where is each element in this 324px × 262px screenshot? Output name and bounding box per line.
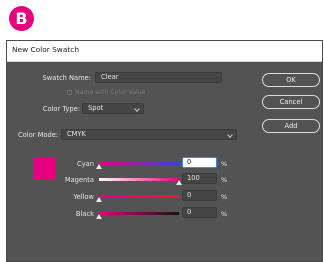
step-badge: B <box>9 6 34 31</box>
slider-thumb-yellow[interactable] <box>96 197 102 202</box>
slider-label-black: Black <box>75 210 94 218</box>
slider-track-black[interactable] <box>99 212 179 215</box>
slider-label-yellow: Yellow <box>73 193 94 201</box>
slider-track-magenta[interactable] <box>99 178 179 181</box>
add-button[interactable]: Add <box>262 119 320 133</box>
percent-sign: % <box>221 210 228 218</box>
color-mode-label: Color Mode: <box>18 131 59 139</box>
swatch-name-input[interactable]: Clear <box>95 72 222 83</box>
percent-sign: % <box>221 176 228 184</box>
percent-sign: % <box>221 193 228 201</box>
name-with-color-value-label: Name with Color Value <box>75 89 146 96</box>
dialog-title: New Color Swatch <box>12 45 80 54</box>
ok-button[interactable]: OK <box>262 73 320 87</box>
slider-track-yellow[interactable] <box>99 195 179 198</box>
color-mode-value: CMYK <box>67 130 86 138</box>
cyan-percent-input[interactable]: 0 <box>182 157 217 168</box>
cancel-button[interactable]: Cancel <box>262 95 320 109</box>
color-type-value: Spot <box>88 104 104 112</box>
percent-sign: % <box>221 160 228 168</box>
color-type-select[interactable]: Spot <box>82 103 144 114</box>
color-type-label: Color Type: <box>42 105 80 113</box>
color-mode-select[interactable]: CMYK <box>61 129 237 140</box>
swatch-name-label: Swatch Name: <box>42 74 91 82</box>
slider-label-magenta: Magenta <box>64 176 94 184</box>
black-percent-input[interactable]: 0 <box>182 207 217 218</box>
slider-label-cyan: Cyan <box>77 160 94 168</box>
yellow-percent-input[interactable]: 0 <box>182 190 217 201</box>
slider-track-cyan[interactable] <box>99 162 179 165</box>
dialog-titlebar: New Color Swatch <box>7 41 322 62</box>
magenta-percent-input[interactable]: 100 <box>182 173 217 184</box>
name-with-color-value-checkbox[interactable] <box>67 90 72 95</box>
chevron-down-icon <box>134 106 140 112</box>
new-color-swatch-dialog: New Color Swatch Swatch Name: Clear Name… <box>6 40 323 262</box>
slider-thumb-cyan[interactable] <box>96 164 102 169</box>
chevron-down-icon <box>227 132 233 138</box>
slider-thumb-black[interactable] <box>96 214 102 219</box>
